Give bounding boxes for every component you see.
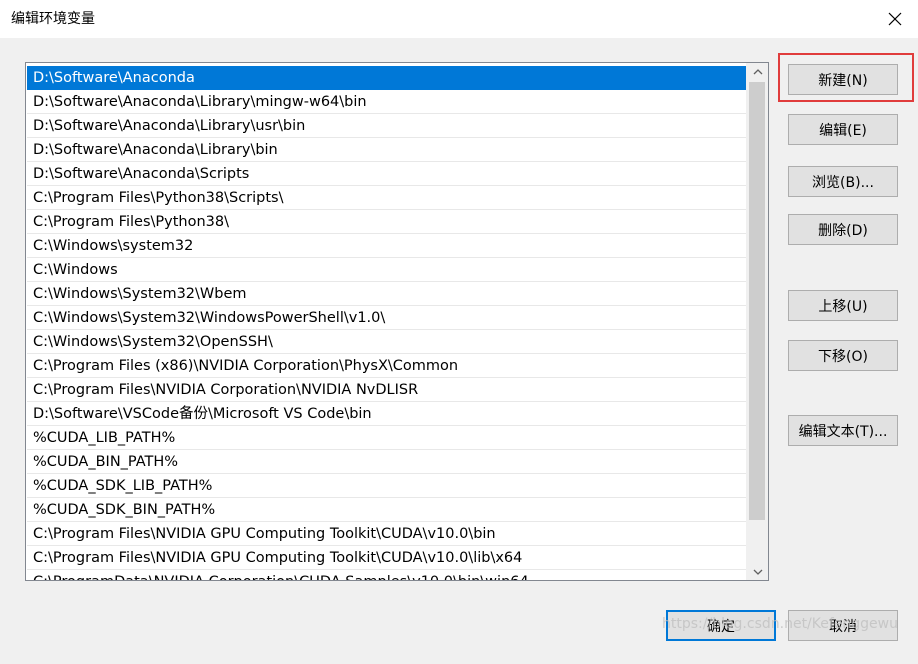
list-item[interactable]: C:\Program Files\NVIDIA GPU Computing To… xyxy=(27,522,747,546)
list-item[interactable]: C:\ProgramData\NVIDIA Corporation\CUDA S… xyxy=(27,570,747,580)
list-item[interactable]: C:\Program Files\Python38\ xyxy=(27,210,747,234)
title-bar: 编辑环境变量 xyxy=(0,0,918,38)
list-item[interactable]: %CUDA_BIN_PATH% xyxy=(27,450,747,474)
move-down-button[interactable]: 下移(O) xyxy=(788,340,898,371)
scrollbar-thumb[interactable] xyxy=(749,82,765,520)
list-item[interactable]: C:\Windows\System32\OpenSSH\ xyxy=(27,330,747,354)
path-list-rows: D:\Software\Anaconda D:\Software\Anacond… xyxy=(27,66,747,580)
scroll-down-button[interactable] xyxy=(747,563,768,580)
vertical-scrollbar[interactable] xyxy=(746,63,768,580)
browse-button[interactable]: 浏览(B)... xyxy=(788,166,898,197)
chevron-down-icon xyxy=(753,569,762,575)
list-item[interactable]: C:\Program Files\Python38\Scripts\ xyxy=(27,186,747,210)
list-item[interactable]: %CUDA_SDK_LIB_PATH% xyxy=(27,474,747,498)
list-item[interactable]: D:\Software\VSCode备份\Microsoft VS Code\b… xyxy=(27,402,747,426)
chevron-up-icon xyxy=(753,68,762,74)
edit-text-button[interactable]: 编辑文本(T)... xyxy=(788,415,898,446)
path-list[interactable]: D:\Software\Anaconda D:\Software\Anacond… xyxy=(25,62,769,581)
list-item[interactable]: C:\Windows\system32 xyxy=(27,234,747,258)
window-title: 编辑环境变量 xyxy=(11,11,95,27)
close-icon xyxy=(888,12,902,26)
list-item[interactable]: C:\Windows\System32\WindowsPowerShell\v1… xyxy=(27,306,747,330)
list-item[interactable]: D:\Software\Anaconda\Library\usr\bin xyxy=(27,114,747,138)
list-item[interactable]: D:\Software\Anaconda\Scripts xyxy=(27,162,747,186)
move-up-button[interactable]: 上移(U) xyxy=(788,290,898,321)
new-button[interactable]: 新建(N) xyxy=(788,64,898,95)
list-item[interactable]: D:\Software\Anaconda xyxy=(27,66,747,90)
watermark-text: https://blog.csdn.net/Kefenggewu xyxy=(662,616,898,632)
list-item[interactable]: C:\Program Files (x86)\NVIDIA Corporatio… xyxy=(27,354,747,378)
delete-button[interactable]: 删除(D) xyxy=(788,214,898,245)
list-item[interactable]: %CUDA_LIB_PATH% xyxy=(27,426,747,450)
close-button[interactable] xyxy=(872,0,918,38)
scroll-up-button[interactable] xyxy=(747,63,768,80)
list-item[interactable]: D:\Software\Anaconda\Library\mingw-w64\b… xyxy=(27,90,747,114)
list-item[interactable]: C:\Windows xyxy=(27,258,747,282)
list-item[interactable]: D:\Software\Anaconda\Library\bin xyxy=(27,138,747,162)
edit-button[interactable]: 编辑(E) xyxy=(788,114,898,145)
edit-environment-variable-dialog: 编辑环境变量 D:\Software\Anaconda D:\Software\… xyxy=(0,0,918,664)
list-item[interactable]: C:\Program Files\NVIDIA Corporation\NVID… xyxy=(27,378,747,402)
list-item[interactable]: %CUDA_SDK_BIN_PATH% xyxy=(27,498,747,522)
list-item[interactable]: C:\Program Files\NVIDIA GPU Computing To… xyxy=(27,546,747,570)
list-item[interactable]: C:\Windows\System32\Wbem xyxy=(27,282,747,306)
